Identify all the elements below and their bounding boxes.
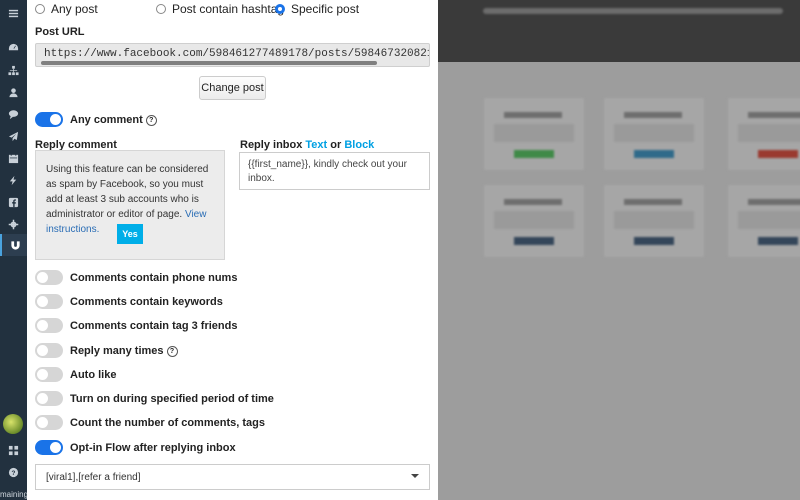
option-label: Turn on during specified period of time xyxy=(70,393,274,405)
svg-text:?: ? xyxy=(12,469,16,476)
select-value: [viral1],[refer a friend] xyxy=(46,472,141,483)
comment-icon[interactable] xyxy=(0,103,27,125)
radio-selected-icon xyxy=(275,4,285,14)
blurred-page-preview xyxy=(438,0,800,500)
user-icon[interactable] xyxy=(0,81,27,103)
calendar-icon[interactable] xyxy=(0,147,27,169)
option-label: Comments contain keywords xyxy=(70,296,223,308)
reply-inbox-label: Reply inbox Text or Block xyxy=(240,139,375,151)
any-comment-label: Any comment? xyxy=(70,114,157,126)
help-icon[interactable]: ? xyxy=(0,461,27,483)
preview-hero xyxy=(438,0,800,62)
chevron-down-icon xyxy=(411,474,419,478)
gear-icon[interactable] xyxy=(0,213,27,235)
send-icon[interactable] xyxy=(0,125,27,147)
left-nav-rail: ? maining xyxy=(0,0,29,500)
preview-card xyxy=(604,185,704,257)
warning-text: Using this feature can be considered as … xyxy=(46,164,209,220)
toggle-reply-many-times[interactable] xyxy=(35,343,63,358)
option-label: Count the number of comments, tags xyxy=(70,417,265,429)
option-label: Auto like xyxy=(70,369,117,381)
magnet-icon[interactable] xyxy=(0,234,29,256)
url-scrollbar[interactable] xyxy=(41,61,377,65)
avatar[interactable] xyxy=(3,414,23,434)
radio-label: Specific post xyxy=(291,2,360,16)
sitemap-icon[interactable] xyxy=(0,59,27,81)
preview-card xyxy=(484,185,584,257)
post-type-radio-group: Any post Post contain hashtag Specific p… xyxy=(35,2,438,16)
preview-card xyxy=(728,98,800,170)
toggle-tag-3-friends[interactable] xyxy=(35,318,63,333)
any-comment-toggle[interactable] xyxy=(35,112,63,127)
toggle-keywords[interactable] xyxy=(35,294,63,309)
help-icon[interactable]: ? xyxy=(145,115,157,126)
apps-icon[interactable] xyxy=(0,439,27,461)
radio-any-post[interactable]: Any post xyxy=(35,2,98,16)
facebook-icon[interactable] xyxy=(0,191,27,213)
reply-inbox-text-link[interactable]: Text xyxy=(305,139,327,151)
post-url-field[interactable]: https://www.facebook.com/598461277489178… xyxy=(35,43,430,67)
reply-inbox-block-link[interactable]: Block xyxy=(344,139,374,151)
reply-many-times-label: Reply many times? xyxy=(70,345,178,357)
preview-card xyxy=(484,98,584,170)
radio-post-contain-hashtag[interactable]: Post contain hashtag xyxy=(156,2,284,16)
reply-inbox-textarea[interactable]: {{first_name}}, kindly check out your in… xyxy=(239,152,430,190)
option-label: Opt-in Flow after replying inbox xyxy=(70,442,236,454)
radio-label: Any post xyxy=(51,2,98,16)
radio-label: Post contain hashtag xyxy=(172,2,285,16)
opt-in-flow-select[interactable]: [viral1],[refer a friend] xyxy=(35,464,430,490)
menu-icon[interactable] xyxy=(0,2,27,24)
auto-reply-settings-panel: Any post Post contain hashtag Specific p… xyxy=(27,0,438,500)
option-label: Comments contain tag 3 friends xyxy=(70,320,238,332)
toggle-phone-nums[interactable] xyxy=(35,270,63,285)
dashboard-icon[interactable] xyxy=(0,36,27,58)
preview-hero-text xyxy=(483,8,783,14)
bolt-icon[interactable] xyxy=(0,169,27,191)
yes-button[interactable]: Yes xyxy=(117,224,143,244)
option-label: Comments contain phone nums xyxy=(70,272,238,284)
toggle-auto-like[interactable] xyxy=(35,367,63,382)
toggle-count-comments[interactable] xyxy=(35,415,63,430)
toggle-opt-in-flow[interactable] xyxy=(35,440,63,455)
radio-icon xyxy=(35,4,45,14)
preview-card xyxy=(728,185,800,257)
remaining-text: maining xyxy=(0,490,27,499)
help-icon[interactable]: ? xyxy=(166,346,178,357)
toggle-specified-period[interactable] xyxy=(35,391,63,406)
preview-card xyxy=(604,98,704,170)
radio-specific-post[interactable]: Specific post xyxy=(275,2,359,16)
post-url-value: https://www.facebook.com/598461277489178… xyxy=(44,48,429,60)
change-post-button[interactable]: Change post xyxy=(199,76,266,100)
radio-icon xyxy=(156,4,166,14)
post-url-label: Post URL xyxy=(35,26,85,38)
